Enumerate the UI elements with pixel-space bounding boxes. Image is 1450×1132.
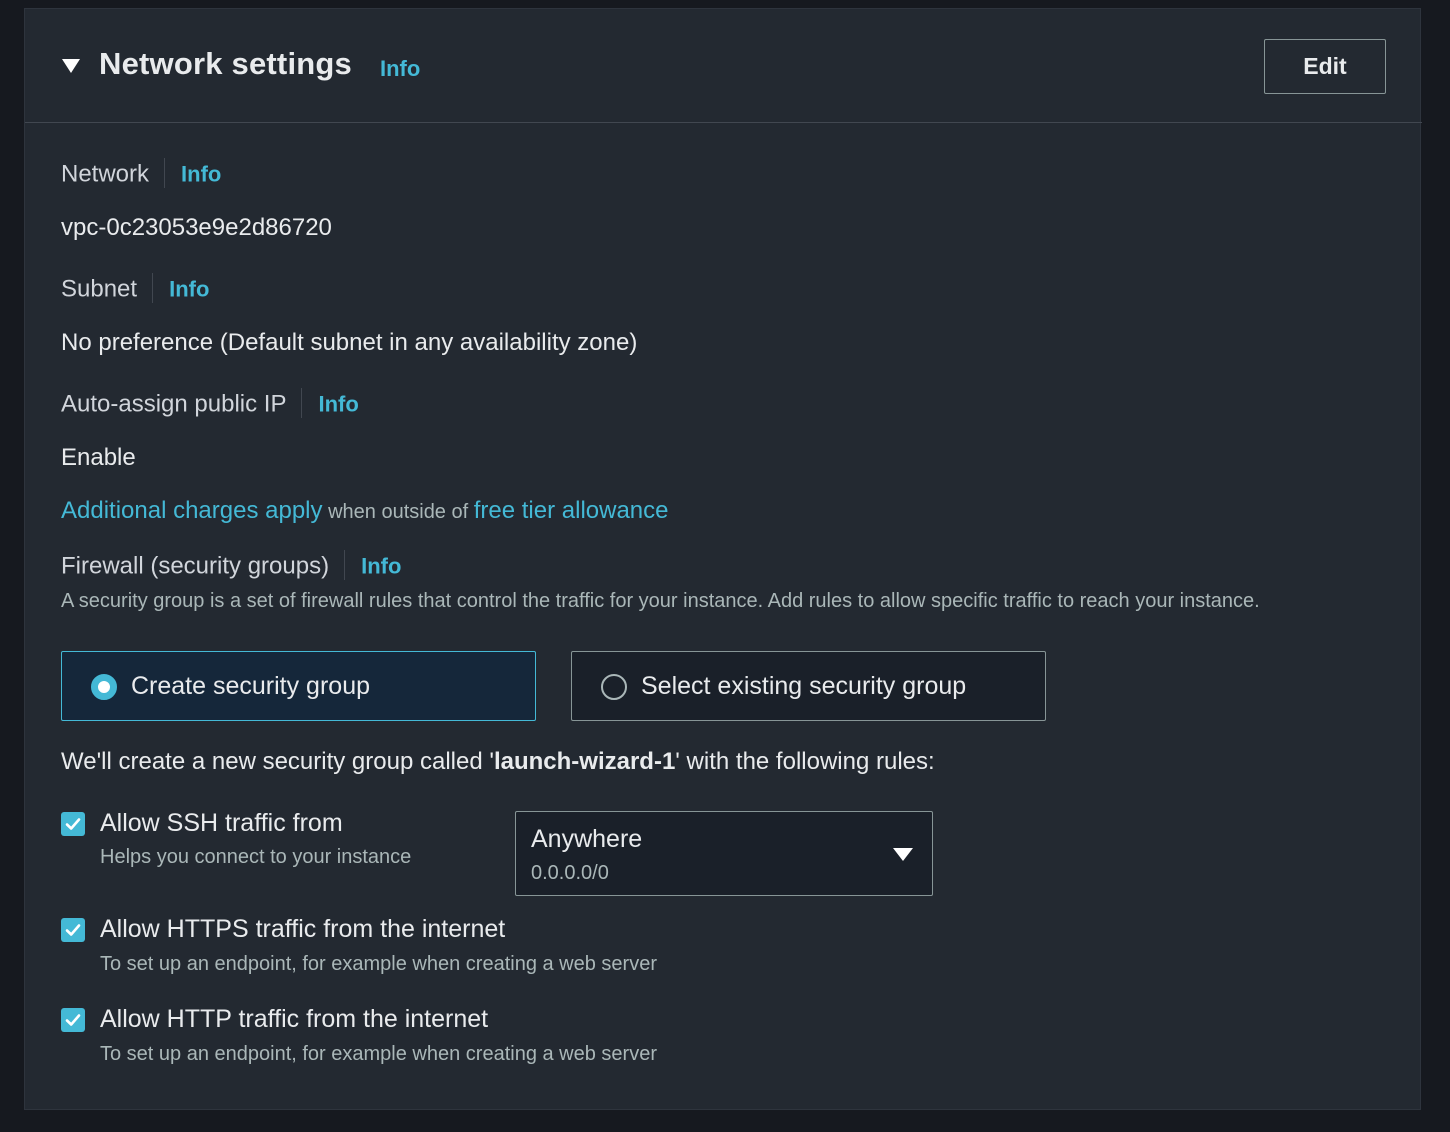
- free-tier-link[interactable]: free tier allowance: [474, 497, 669, 524]
- create-security-group-label: Create security group: [131, 672, 371, 700]
- public-ip-label-row: Auto-assign public IP Info: [61, 388, 359, 420]
- ssh-rule-label: Allow SSH traffic from: [100, 809, 343, 837]
- collapse-caret-icon[interactable]: [62, 59, 80, 73]
- firewall-info-link[interactable]: Info: [361, 553, 401, 578]
- public-ip-label: Auto-assign public IP: [61, 390, 287, 418]
- ssh-source-cidr: 0.0.0.0/0: [531, 862, 609, 884]
- http-rule-description: To set up an endpoint, for example when …: [100, 1043, 657, 1065]
- panel-title: Network settings: [99, 46, 352, 81]
- radio-selected-icon[interactable]: [91, 674, 117, 700]
- firewall-label: Firewall (security groups): [61, 552, 330, 580]
- subnet-info-link[interactable]: Info: [169, 276, 209, 301]
- additional-charges-link[interactable]: Additional charges apply: [61, 497, 323, 524]
- radio-unselected-icon[interactable]: [601, 674, 627, 700]
- edit-button[interactable]: Edit: [1264, 39, 1386, 94]
- charges-note: Additional charges apply when outside of…: [61, 497, 669, 525]
- network-label: Network: [61, 160, 150, 188]
- charges-middle-text: when outside of: [322, 501, 474, 523]
- network-settings-panel: Network settings Info Edit Network Info v…: [24, 8, 1422, 1110]
- https-checkbox[interactable]: [61, 918, 85, 942]
- header-info-link[interactable]: Info: [380, 56, 420, 82]
- divider: [301, 388, 303, 418]
- caret-down-icon: [893, 848, 913, 861]
- ssh-source-selected: Anywhere: [531, 825, 643, 853]
- http-rule-label: Allow HTTP traffic from the internet: [100, 1005, 489, 1033]
- http-checkbox[interactable]: [61, 1008, 85, 1032]
- divider: [152, 273, 154, 303]
- panel-header: Network settings Info Edit: [25, 9, 1422, 123]
- rules-intro-suffix: ' with the following rules:: [675, 748, 935, 775]
- check-icon: [65, 818, 81, 830]
- https-rule-description: To set up an endpoint, for example when …: [100, 953, 657, 975]
- ssh-source-select[interactable]: Anywhere 0.0.0.0/0: [515, 811, 933, 896]
- network-info-link[interactable]: Info: [181, 161, 221, 186]
- select-existing-security-group-label: Select existing security group: [641, 672, 967, 700]
- ssh-checkbox[interactable]: [61, 812, 85, 836]
- check-icon: [65, 924, 81, 936]
- divider: [344, 550, 346, 580]
- network-value: vpc-0c23053e9e2d86720: [61, 214, 332, 241]
- public-ip-info-link[interactable]: Info: [318, 391, 358, 416]
- check-icon: [65, 1014, 81, 1026]
- public-ip-value: Enable: [61, 444, 136, 471]
- firewall-description: A security group is a set of firewall ru…: [61, 590, 1260, 612]
- subnet-label-row: Subnet Info: [61, 273, 209, 305]
- subnet-label: Subnet: [61, 275, 138, 303]
- select-existing-security-group-option[interactable]: Select existing security group: [571, 651, 1046, 721]
- security-group-name: launch-wizard-1: [493, 748, 676, 775]
- subnet-value: No preference (Default subnet in any ava…: [61, 329, 638, 356]
- firewall-label-row: Firewall (security groups) Info: [61, 550, 401, 582]
- network-label-row: Network Info: [61, 158, 221, 190]
- divider: [164, 158, 166, 188]
- https-rule-label: Allow HTTPS traffic from the internet: [100, 915, 506, 943]
- create-security-group-option[interactable]: Create security group: [61, 651, 536, 721]
- rules-intro: We'll create a new security group called…: [61, 748, 935, 776]
- rules-intro-prefix: We'll create a new security group called…: [61, 748, 494, 775]
- ssh-rule-description: Helps you connect to your instance: [100, 846, 412, 868]
